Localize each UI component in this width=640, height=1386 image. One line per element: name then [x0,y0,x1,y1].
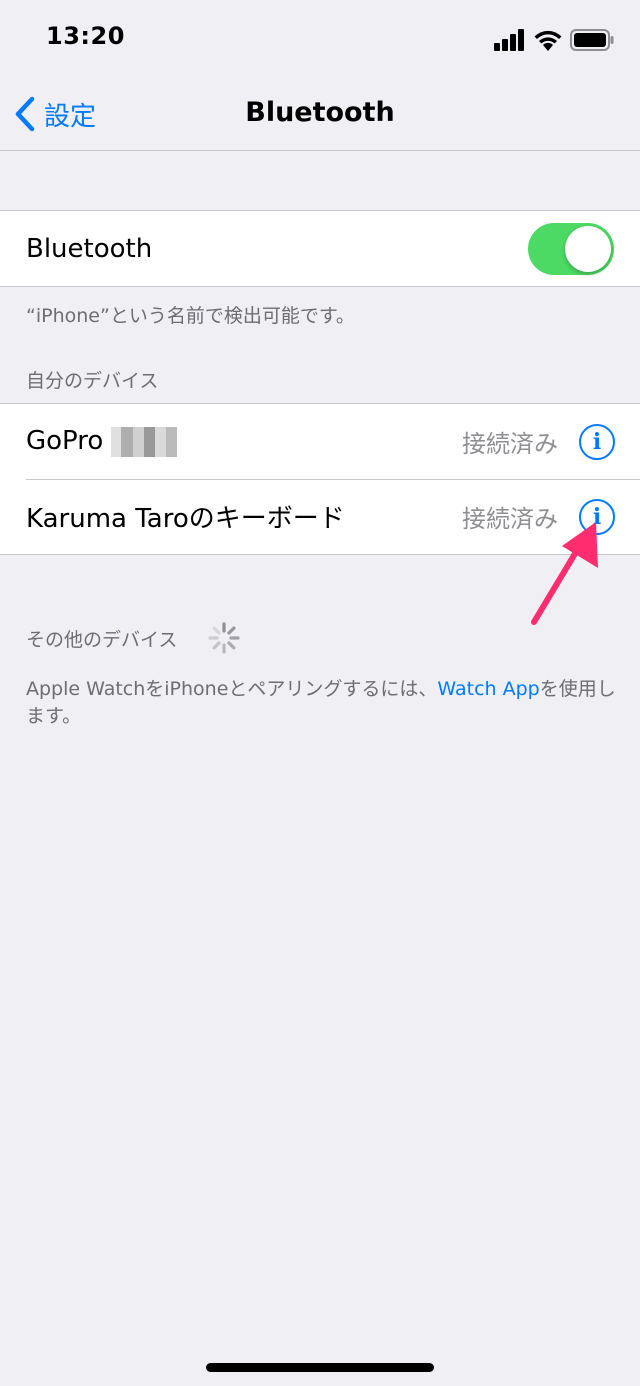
device-name: Karuma Taroのキーボード [26,504,345,534]
page-title: Bluetooth [245,97,395,128]
annotation-arrow-icon [531,522,598,625]
discoverable-note: “iPhone”という名前で検出可能です。 [26,305,355,327]
status-time: 13:20 [46,22,125,50]
device-row-gopro[interactable]: GoPro 接続済み i [0,404,640,479]
watch-app-link[interactable]: Watch App [437,678,539,700]
wifi-icon [534,30,562,51]
other-devices-header: その他のデバイス [26,629,178,651]
info-icon: i [592,428,602,455]
info-button[interactable]: i [579,423,615,460]
toggle-knob [565,225,611,272]
device-name: GoPro [26,426,178,457]
device-name-text: GoPro [26,426,104,457]
bluetooth-group: Bluetooth [0,210,640,287]
bluetooth-toggle[interactable] [528,222,614,275]
footer-text-before: Apple WatchをiPhoneとペアリングするには、 [26,678,438,700]
my-devices-header: 自分のデバイス [26,370,159,392]
navigation-bar: 設定 Bluetooth [0,80,640,151]
redacted-text [111,426,178,457]
home-indicator[interactable] [206,1363,434,1372]
device-status: 接続済み [462,430,558,458]
signal-icon [494,29,524,51]
loading-spinner-icon [208,622,240,654]
apple-watch-footer: Apple WatchをiPhoneとペアリングするには、Watch Appを使… [26,676,626,730]
bluetooth-label: Bluetooth [26,233,153,264]
status-bar: 13:20 [0,0,640,80]
status-icons [494,29,614,51]
battery-icon [570,29,614,51]
bluetooth-cell: Bluetooth [0,211,640,286]
